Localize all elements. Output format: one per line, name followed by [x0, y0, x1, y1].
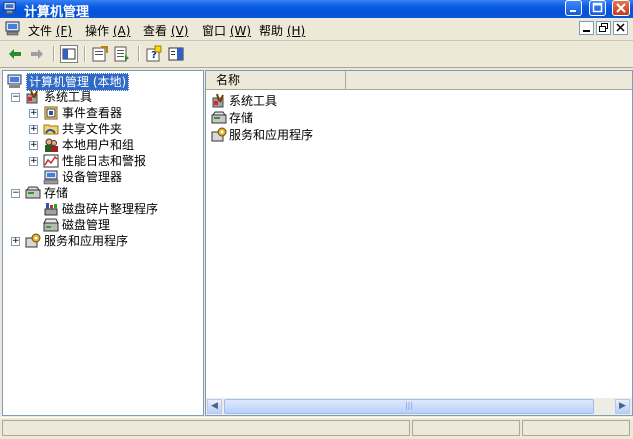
help-icon[interactable]: ?: [145, 45, 163, 63]
expand-icon[interactable]: +: [29, 109, 38, 118]
menu-bar: 文件 (F) 操作 (A) 查看 (V) 窗口 (W) 帮助 (H): [0, 18, 633, 41]
list-item-label: 系统工具: [229, 94, 278, 108]
storage-icon: [25, 186, 41, 199]
close-icon: [616, 3, 626, 13]
close-icon: [616, 23, 625, 32]
computer-management-icon: [3, 1, 16, 15]
show-hide-tree-button[interactable]: [60, 45, 78, 63]
column-header-row: 名称: [206, 71, 632, 90]
toolbar-separator: [53, 46, 55, 62]
users-icon: [45, 138, 58, 152]
menu-help-label: 帮助: [259, 24, 284, 38]
toolbar: ?: [0, 41, 633, 68]
tree-item-label: 存储: [44, 186, 69, 200]
menu-window[interactable]: 窗口 (W): [202, 22, 251, 39]
expand-icon[interactable]: +: [29, 157, 38, 166]
menu-file-label: 文件: [28, 24, 53, 38]
tree-item-label: 事件查看器: [62, 106, 123, 120]
tree-item-label: 本地用户和组: [62, 138, 135, 152]
status-panel: [2, 420, 410, 436]
toolbar-separator: [138, 46, 140, 62]
tree-item-label: 磁盘管理: [62, 218, 111, 232]
scroll-left-button[interactable]: ◀: [207, 399, 222, 414]
storage-icon: [211, 111, 227, 124]
back-icon[interactable]: [6, 45, 24, 63]
menu-file[interactable]: 文件 (F): [28, 22, 72, 39]
expand-icon[interactable]: +: [11, 237, 20, 246]
mdi-close-button[interactable]: [613, 21, 628, 35]
export-list-icon[interactable]: [113, 45, 131, 63]
list-item-label: 存储: [229, 111, 254, 125]
menu-window-key: (W): [229, 24, 252, 38]
horizontal-scrollbar[interactable]: ◀ ||| ▶: [206, 397, 632, 415]
maximize-button[interactable]: [589, 0, 606, 16]
menu-view[interactable]: 查看 (V): [143, 22, 188, 39]
menu-action[interactable]: 操作 (A): [85, 22, 130, 39]
close-button[interactable]: [612, 0, 630, 16]
disk-management-icon: [43, 218, 59, 232]
column-header-name[interactable]: 名称: [206, 71, 346, 89]
menu-help[interactable]: 帮助 (H): [259, 22, 305, 39]
tree-item-label: 性能日志和警报: [62, 154, 147, 168]
mdi-restore-button[interactable]: [596, 21, 611, 35]
tree-item-label: 设备管理器: [62, 170, 123, 184]
tree-item-label: 共享文件夹: [62, 122, 123, 136]
expand-icon[interactable]: +: [29, 141, 38, 150]
list-item-label: 服务和应用程序: [229, 128, 314, 142]
status-bar: [0, 417, 633, 439]
services-icon: [211, 127, 227, 142]
mdi-minimize-button[interactable]: [579, 21, 594, 35]
forward-icon[interactable]: [28, 45, 46, 63]
menu-file-key: (F): [55, 24, 73, 38]
performance-icon: [43, 154, 59, 168]
shared-folder-icon: [43, 124, 59, 135]
expand-icon[interactable]: +: [29, 125, 38, 134]
device-manager-icon: [43, 170, 59, 185]
defrag-icon: [44, 203, 58, 216]
show-hide-tree-icon: [62, 48, 76, 60]
scroll-right-button[interactable]: ▶: [615, 399, 630, 414]
minimize-icon: [570, 10, 576, 12]
status-panel: [522, 420, 630, 436]
console-tree[interactable]: 计算机管理 (本地) − 系统工具 + 事件查看器 + 共享文件夹 + 本地用户…: [2, 70, 204, 416]
menu-view-label: 查看: [143, 24, 168, 38]
tree-item-label: 服务和应用程序: [44, 234, 129, 248]
minimize-button[interactable]: [565, 0, 582, 16]
tree-item-label: 系统工具: [44, 90, 93, 104]
toolbar-separator: [84, 46, 86, 62]
collapse-icon[interactable]: −: [11, 189, 20, 198]
tree-item-label: 磁盘碎片整理程序: [62, 202, 159, 216]
menu-action-key: (A): [112, 24, 131, 38]
menu-view-key: (V): [170, 24, 189, 38]
maximize-icon: [592, 2, 603, 13]
computer-icon: [7, 74, 22, 88]
computer-icon[interactable]: [5, 21, 21, 36]
scroll-thumb[interactable]: |||: [224, 399, 594, 414]
collapse-icon[interactable]: −: [11, 93, 20, 102]
event-viewer-icon: [44, 106, 58, 120]
details-pane[interactable]: 名称 系统工具 存储 服务和应用程序 ◀ ||| ▶: [205, 70, 633, 416]
services-icon: [25, 233, 41, 248]
status-panel: [412, 420, 520, 436]
menu-action-label: 操作: [85, 24, 110, 38]
title-bar[interactable]: 计算机管理: [0, 0, 633, 20]
restore-icon: [599, 23, 608, 32]
show-hide-action-pane-icon[interactable]: [167, 45, 185, 63]
menu-help-key: (H): [286, 24, 306, 38]
tools-icon: [212, 93, 224, 108]
tools-icon: [26, 89, 38, 104]
minimize-icon: [583, 30, 590, 32]
menu-window-label: 窗口: [202, 24, 227, 38]
properties-icon[interactable]: [91, 45, 109, 63]
